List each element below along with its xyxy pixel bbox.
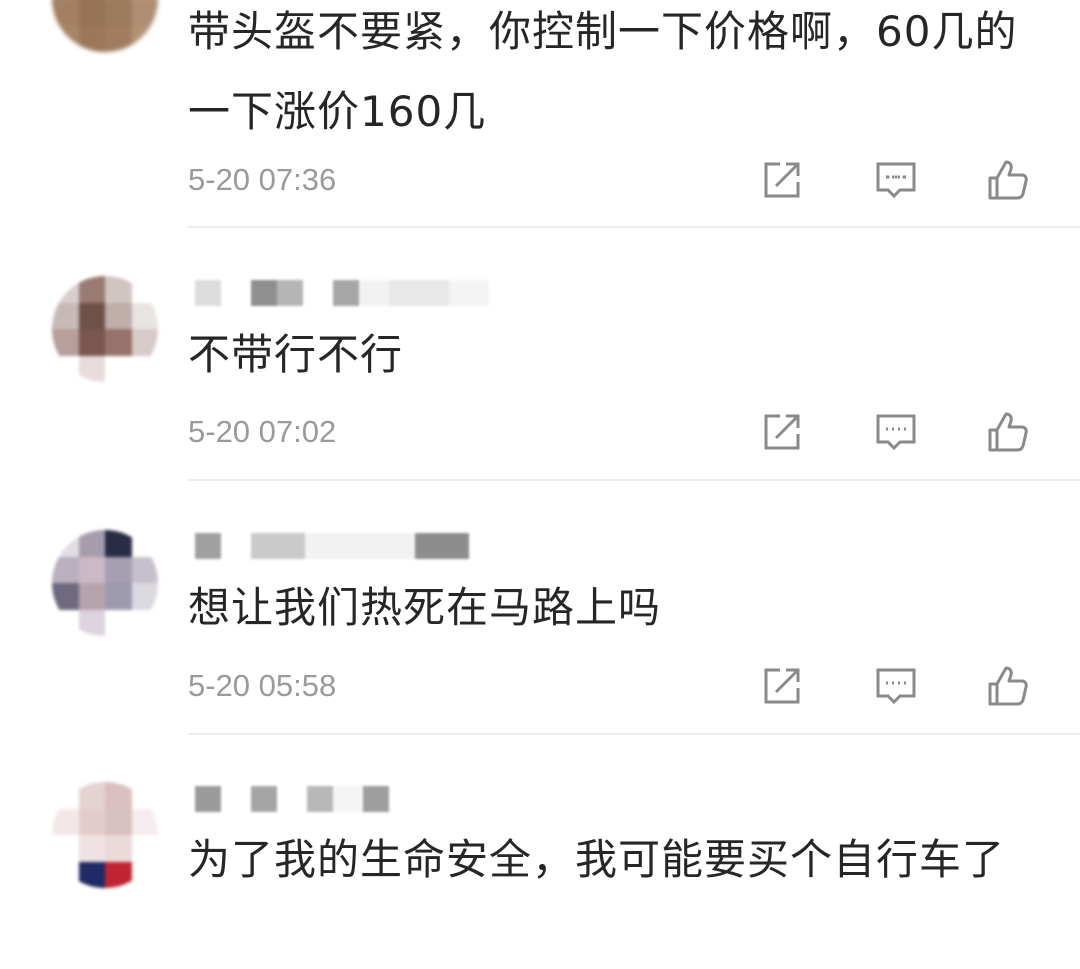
divider bbox=[188, 733, 1080, 735]
thumbs-up-icon[interactable] bbox=[984, 156, 1032, 204]
divider bbox=[188, 479, 1080, 481]
divider bbox=[188, 226, 1080, 228]
reply-icon[interactable] bbox=[872, 156, 920, 204]
username-blurred[interactable] bbox=[195, 280, 489, 306]
share-icon[interactable] bbox=[758, 408, 806, 456]
share-icon[interactable] bbox=[758, 662, 806, 710]
avatar[interactable] bbox=[52, 0, 158, 52]
reply-icon[interactable] bbox=[872, 408, 920, 456]
comment-timestamp: 5-20 07:02 bbox=[188, 414, 337, 449]
comment-text: 为了我的生命安全，我可能要买个自行车了 bbox=[188, 835, 1006, 884]
comment-timestamp: 5-20 05:58 bbox=[188, 668, 337, 703]
share-icon[interactable] bbox=[758, 156, 806, 204]
comment-meta: 5-20 07:36 bbox=[0, 150, 1080, 210]
comment-text: 不带行不行 bbox=[188, 330, 404, 379]
thumbs-up-icon[interactable] bbox=[984, 662, 1032, 710]
avatar[interactable] bbox=[52, 782, 158, 888]
avatar[interactable] bbox=[52, 276, 158, 382]
comment-text: 想让我们热死在马路上吗 bbox=[188, 583, 662, 632]
reply-icon[interactable] bbox=[872, 662, 920, 710]
username-blurred[interactable] bbox=[195, 533, 469, 559]
comment-meta: 5-20 05:58 bbox=[0, 656, 1080, 716]
comment-meta: 5-20 07:02 bbox=[0, 402, 1080, 462]
username-blurred[interactable] bbox=[195, 786, 389, 812]
thumbs-up-icon[interactable] bbox=[984, 408, 1032, 456]
avatar[interactable] bbox=[52, 530, 158, 636]
comment-timestamp: 5-20 07:36 bbox=[188, 162, 337, 197]
comment-text: 带头盔不要紧，你控制一下价格啊，60几的一下涨价160几 bbox=[188, 7, 1018, 136]
